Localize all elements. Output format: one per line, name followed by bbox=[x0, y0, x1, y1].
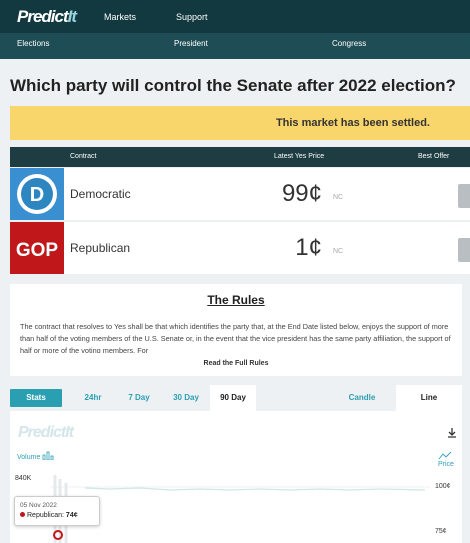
price-change: NC bbox=[333, 194, 344, 201]
rules-card: The Rules The contract that resolves to … bbox=[10, 284, 462, 376]
svg-text:D: D bbox=[30, 184, 44, 206]
settled-banner: This market has been settled. bbox=[10, 106, 470, 140]
predictit-logo[interactable]: PredictIt bbox=[17, 7, 77, 27]
price-toggle[interactable]: Price bbox=[438, 451, 462, 468]
price-axis-tick: 75¢ bbox=[435, 528, 447, 535]
volume-axis-tick: 840K bbox=[15, 475, 32, 482]
nav-congress[interactable]: Congress bbox=[332, 39, 366, 48]
chart-tabs: Stats 24hr 7 Day 30 Day 90 Day Candle Li… bbox=[10, 385, 462, 411]
price-axis-tick: 100¢ bbox=[435, 483, 451, 490]
tab-30-day[interactable]: 30 Day bbox=[168, 385, 204, 411]
header-best-offer: Best Offer bbox=[418, 153, 450, 160]
rules-title: The Rules bbox=[207, 293, 265, 307]
best-offer-button[interactable] bbox=[458, 184, 470, 208]
tab-line[interactable]: Line bbox=[396, 385, 462, 411]
best-offer-button[interactable] bbox=[458, 238, 470, 262]
rules-text: The contract that resolves to Yes shall … bbox=[20, 322, 451, 353]
tooltip-series: Republican: 74¢ bbox=[20, 512, 78, 519]
header-contract: Contract bbox=[70, 153, 97, 160]
market-title: Which party will control the Senate afte… bbox=[10, 76, 456, 95]
contract-price: 1¢ bbox=[295, 234, 322, 261]
price-change: NC bbox=[333, 248, 344, 255]
tab-90-day[interactable]: 90 Day bbox=[210, 385, 256, 411]
tooltip-value: 74¢ bbox=[65, 512, 78, 519]
volume-toggle[interactable]: Volume bbox=[17, 451, 54, 461]
republican-logo: GOP bbox=[10, 222, 64, 274]
contract-row-democratic[interactable]: D Democratic 99¢ NC bbox=[10, 168, 470, 220]
download-icon[interactable] bbox=[446, 427, 458, 439]
tab-stats[interactable]: Stats bbox=[10, 389, 62, 407]
tab-24hr[interactable]: 24hr bbox=[76, 385, 110, 411]
contract-name: Republican bbox=[70, 241, 131, 255]
chart-watermark: PredictIt bbox=[18, 424, 74, 441]
bar-chart-icon bbox=[42, 451, 54, 461]
tab-7-day[interactable]: 7 Day bbox=[122, 385, 156, 411]
nav-president[interactable]: President bbox=[174, 39, 208, 48]
contracts-table-header: Contract Latest Yes Price Best Offer bbox=[10, 147, 470, 167]
series-dot bbox=[20, 512, 25, 517]
nav-support[interactable]: Support bbox=[176, 12, 208, 22]
read-full-rules-link[interactable]: Read the Full Rules bbox=[10, 360, 462, 376]
nav-markets[interactable]: Markets bbox=[104, 12, 136, 22]
header-latest-price: Latest Yes Price bbox=[274, 153, 325, 160]
nav-elections[interactable]: Elections bbox=[17, 39, 49, 48]
tooltip-date: 05 Nov 2022 bbox=[20, 502, 57, 509]
democratic-logo: D bbox=[10, 168, 64, 220]
contract-price: 99¢ bbox=[281, 180, 322, 207]
democratic-price-line bbox=[84, 487, 426, 491]
contract-row-republican[interactable]: GOP Republican 1¢ NC bbox=[10, 222, 470, 274]
settled-text: This market has been settled. bbox=[275, 117, 430, 129]
republican-data-point bbox=[53, 530, 63, 540]
price-line-plot bbox=[50, 475, 430, 543]
chart-tooltip: 05 Nov 2022 Republican: 74¢ bbox=[14, 496, 100, 526]
svg-text:GOP: GOP bbox=[16, 240, 59, 261]
contract-name: Democratic bbox=[70, 187, 131, 201]
tab-candle[interactable]: Candle bbox=[338, 385, 386, 411]
line-chart-icon bbox=[438, 451, 452, 460]
category-navbar bbox=[0, 33, 470, 59]
